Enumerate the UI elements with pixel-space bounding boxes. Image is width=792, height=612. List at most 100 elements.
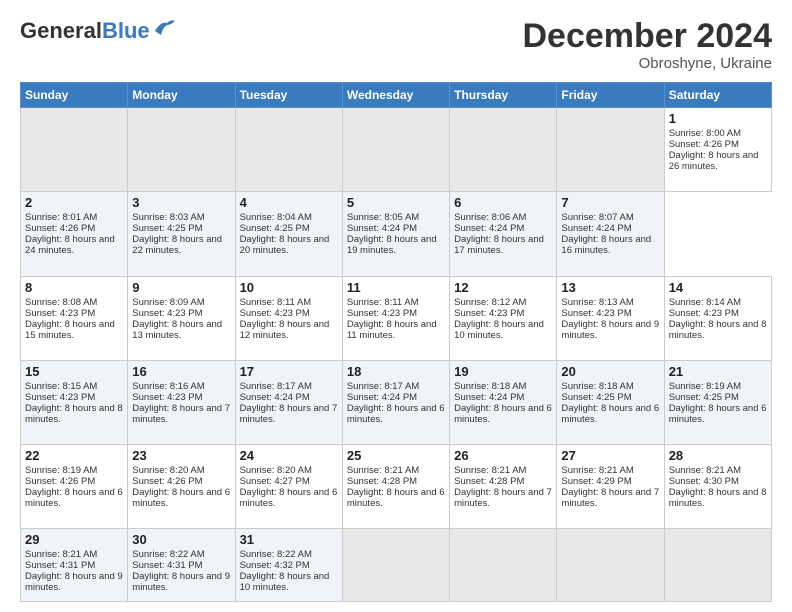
sunrise-text: Sunrise: 8:21 AM xyxy=(561,465,633,476)
table-row: 18Sunrise: 8:17 AMSunset: 4:24 PMDayligh… xyxy=(342,360,449,444)
daylight-text: Daylight: 8 hours and 6 minutes. xyxy=(561,403,659,425)
location: Obroshyne, Ukraine xyxy=(522,55,772,72)
sunset-text: Sunset: 4:24 PM xyxy=(347,223,417,234)
sunrise-text: Sunrise: 8:21 AM xyxy=(347,465,419,476)
sunset-text: Sunset: 4:26 PM xyxy=(25,223,95,234)
sunrise-text: Sunrise: 8:22 AM xyxy=(240,549,312,560)
daylight-text: Daylight: 8 hours and 10 minutes. xyxy=(454,319,544,341)
col-wednesday: Wednesday xyxy=(342,83,449,108)
day-number: 29 xyxy=(25,532,123,547)
day-number: 16 xyxy=(132,364,230,379)
page: General Blue December 2024 Obroshyne, Uk… xyxy=(0,0,792,612)
sunrise-text: Sunrise: 8:14 AM xyxy=(669,297,741,308)
daylight-text: Daylight: 8 hours and 13 minutes. xyxy=(132,319,222,341)
day-number: 20 xyxy=(561,364,659,379)
daylight-text: Daylight: 8 hours and 8 minutes. xyxy=(25,403,123,425)
table-row: 17Sunrise: 8:17 AMSunset: 4:24 PMDayligh… xyxy=(235,360,342,444)
sunrise-text: Sunrise: 8:18 AM xyxy=(561,381,633,392)
empty-cell xyxy=(557,108,664,192)
header-row: Sunday Monday Tuesday Wednesday Thursday… xyxy=(21,83,772,108)
day-number: 21 xyxy=(669,364,767,379)
daylight-text: Daylight: 8 hours and 6 minutes. xyxy=(240,487,338,509)
sunset-text: Sunset: 4:30 PM xyxy=(669,476,739,487)
daylight-text: Daylight: 8 hours and 6 minutes. xyxy=(669,403,767,425)
day-number: 5 xyxy=(347,195,445,210)
day-number: 10 xyxy=(240,280,338,295)
col-monday: Monday xyxy=(128,83,235,108)
sunset-text: Sunset: 4:23 PM xyxy=(132,392,202,403)
day-number: 13 xyxy=(561,280,659,295)
day-number: 26 xyxy=(454,448,552,463)
sunset-text: Sunset: 4:23 PM xyxy=(25,308,95,319)
day-number: 30 xyxy=(132,532,230,547)
daylight-text: Daylight: 8 hours and 17 minutes. xyxy=(454,234,544,256)
daylight-text: Daylight: 8 hours and 9 minutes. xyxy=(132,571,230,593)
table-row: 8Sunrise: 8:08 AMSunset: 4:23 PMDaylight… xyxy=(21,276,128,360)
table-row: 31Sunrise: 8:22 AMSunset: 4:32 PMDayligh… xyxy=(235,528,342,601)
daylight-text: Daylight: 8 hours and 6 minutes. xyxy=(454,403,552,425)
sunset-text: Sunset: 4:25 PM xyxy=(240,223,310,234)
sunrise-text: Sunrise: 8:16 AM xyxy=(132,381,204,392)
empty-cell xyxy=(342,108,449,192)
col-saturday: Saturday xyxy=(664,83,771,108)
table-row: 16Sunrise: 8:16 AMSunset: 4:23 PMDayligh… xyxy=(128,360,235,444)
table-row: 9Sunrise: 8:09 AMSunset: 4:23 PMDaylight… xyxy=(128,276,235,360)
table-row: 19Sunrise: 8:18 AMSunset: 4:24 PMDayligh… xyxy=(450,360,557,444)
sunrise-text: Sunrise: 8:01 AM xyxy=(25,212,97,223)
sunrise-text: Sunrise: 8:15 AM xyxy=(25,381,97,392)
sunrise-text: Sunrise: 8:11 AM xyxy=(347,297,419,308)
empty-cell xyxy=(450,528,557,601)
col-tuesday: Tuesday xyxy=(235,83,342,108)
sunrise-text: Sunrise: 8:22 AM xyxy=(132,549,204,560)
daylight-text: Daylight: 8 hours and 16 minutes. xyxy=(561,234,651,256)
day-number: 9 xyxy=(132,280,230,295)
table-row: 24Sunrise: 8:20 AMSunset: 4:27 PMDayligh… xyxy=(235,444,342,528)
title-block: December 2024 Obroshyne, Ukraine xyxy=(522,18,772,72)
sunset-text: Sunset: 4:24 PM xyxy=(454,392,524,403)
empty-cell xyxy=(235,108,342,192)
day-number: 6 xyxy=(454,195,552,210)
sunset-text: Sunset: 4:26 PM xyxy=(132,476,202,487)
day-number: 8 xyxy=(25,280,123,295)
table-row: 23Sunrise: 8:20 AMSunset: 4:26 PMDayligh… xyxy=(128,444,235,528)
sunrise-text: Sunrise: 8:03 AM xyxy=(132,212,204,223)
day-number: 15 xyxy=(25,364,123,379)
table-row: 7Sunrise: 8:07 AMSunset: 4:24 PMDaylight… xyxy=(557,192,664,276)
table-row: 6Sunrise: 8:06 AMSunset: 4:24 PMDaylight… xyxy=(450,192,557,276)
daylight-text: Daylight: 8 hours and 10 minutes. xyxy=(240,571,330,593)
sunrise-text: Sunrise: 8:04 AM xyxy=(240,212,312,223)
sunrise-text: Sunrise: 8:21 AM xyxy=(454,465,526,476)
day-number: 4 xyxy=(240,195,338,210)
daylight-text: Daylight: 8 hours and 20 minutes. xyxy=(240,234,330,256)
sunrise-text: Sunrise: 8:20 AM xyxy=(240,465,312,476)
daylight-text: Daylight: 8 hours and 6 minutes. xyxy=(132,487,230,509)
table-row: 26Sunrise: 8:21 AMSunset: 4:28 PMDayligh… xyxy=(450,444,557,528)
table-row: 20 Sunrise: 8:18 AMSunset: 4:25 PMDayligh… xyxy=(557,360,664,444)
sunrise-text: Sunrise: 8:07 AM xyxy=(561,212,633,223)
day-number: 14 xyxy=(669,280,767,295)
sunset-text: Sunset: 4:25 PM xyxy=(561,392,631,403)
calendar-table: Sunday Monday Tuesday Wednesday Thursday… xyxy=(20,82,772,602)
day-number: 27 xyxy=(561,448,659,463)
table-row: 1Sunrise: 8:00 AMSunset: 4:26 PMDaylight… xyxy=(664,108,771,192)
empty-cell xyxy=(557,528,664,601)
empty-cell xyxy=(450,108,557,192)
day-number: 19 xyxy=(454,364,552,379)
table-row: 25Sunrise: 8:21 AMSunset: 4:28 PMDayligh… xyxy=(342,444,449,528)
sunset-text: Sunset: 4:24 PM xyxy=(347,392,417,403)
sunrise-text: Sunrise: 8:08 AM xyxy=(25,297,97,308)
empty-cell xyxy=(21,108,128,192)
sunrise-text: Sunrise: 8:05 AM xyxy=(347,212,419,223)
day-number: 12 xyxy=(454,280,552,295)
sunset-text: Sunset: 4:24 PM xyxy=(454,223,524,234)
sunset-text: Sunset: 4:23 PM xyxy=(561,308,631,319)
sunrise-text: Sunrise: 8:09 AM xyxy=(132,297,204,308)
col-friday: Friday xyxy=(557,83,664,108)
daylight-text: Daylight: 8 hours and 26 minutes. xyxy=(669,150,759,172)
daylight-text: Daylight: 8 hours and 7 minutes. xyxy=(240,403,338,425)
daylight-text: Daylight: 8 hours and 11 minutes. xyxy=(347,319,437,341)
sunset-text: Sunset: 4:32 PM xyxy=(240,560,310,571)
table-row: 2Sunrise: 8:01 AMSunset: 4:26 PMDaylight… xyxy=(21,192,128,276)
sunrise-text: Sunrise: 8:19 AM xyxy=(669,381,741,392)
table-row: 21Sunrise: 8:19 AMSunset: 4:25 PMDayligh… xyxy=(664,360,771,444)
